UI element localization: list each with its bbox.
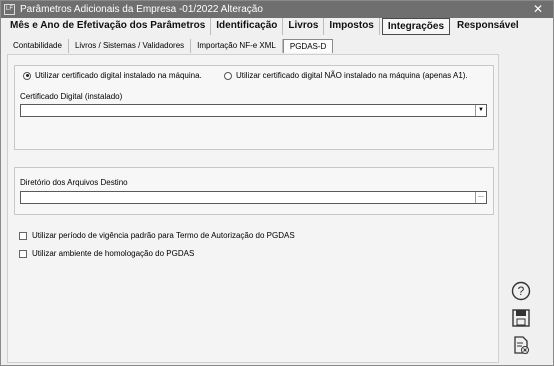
- radio-cert-installed[interactable]: Utilizar certificado digital instalado n…: [23, 71, 202, 80]
- subtab-contabilidade[interactable]: Contabilidade: [7, 39, 69, 53]
- tab-livros[interactable]: Livros: [283, 18, 325, 35]
- option-vigencia-padrao[interactable]: Utilizar período de vigência padrão para…: [19, 231, 295, 240]
- save-icon[interactable]: [510, 307, 534, 329]
- cert-label: Certificado Digital (instalado): [20, 92, 123, 101]
- close-icon[interactable]: ✕: [533, 2, 543, 16]
- tab-mes-ano[interactable]: Mês e Ano de Efetivação dos Parâmetros: [5, 18, 212, 35]
- subtab-pgdas-d[interactable]: PGDAS-D: [282, 39, 334, 53]
- option-homologacao-label: Utilizar ambiente de homologação do PGDA…: [32, 249, 195, 258]
- svg-text:?: ?: [518, 284, 525, 298]
- option-vigencia-label: Utilizar período de vigência padrão para…: [32, 231, 295, 240]
- checkbox[interactable]: [19, 249, 27, 258]
- window-title: Parâmetros Adicionais da Empresa -01/202…: [20, 4, 263, 15]
- tab-content-panel: Utilizar certificado digital instalado n…: [7, 54, 499, 363]
- subtab-livros-sistemas[interactable]: Livros / Sistemas / Validadores: [69, 39, 192, 53]
- dialog-window: LF Parâmetros Adicionais da Empresa -01/…: [0, 0, 554, 366]
- radio-cert-not-installed-label: Utilizar certificado digital NÃO instala…: [236, 71, 468, 80]
- app-icon: LF: [4, 4, 15, 15]
- certificate-group: Utilizar certificado digital instalado n…: [14, 65, 494, 150]
- main-tab-bar: Mês e Ano de Efetivação dos Parâmetros I…: [5, 18, 524, 36]
- tab-identificacao[interactable]: Identificação: [211, 18, 284, 35]
- radio-button[interactable]: [23, 71, 31, 80]
- directory-label: Diretório dos Arquivos Destino: [20, 178, 128, 187]
- subtab-importacao-nfe[interactable]: Importação NF-e XML: [191, 39, 283, 53]
- radio-button[interactable]: [224, 71, 232, 80]
- radio-cert-installed-label: Utilizar certificado digital instalado n…: [35, 71, 202, 80]
- title-bar: LF Parâmetros Adicionais da Empresa -01/…: [1, 1, 553, 18]
- tab-impostos[interactable]: Impostos: [324, 18, 380, 35]
- option-homologacao[interactable]: Utilizar ambiente de homologação do PGDA…: [19, 249, 194, 258]
- cert-dropdown[interactable]: ▼: [20, 104, 487, 117]
- chevron-down-icon[interactable]: ▼: [475, 105, 486, 116]
- browse-button[interactable]: ...: [475, 192, 486, 203]
- sub-tab-bar: Contabilidade Livros / Sistemas / Valida…: [7, 39, 334, 54]
- tab-responsavel[interactable]: Responsável: [452, 18, 524, 35]
- tab-integracoes[interactable]: Integrações: [381, 18, 451, 35]
- checkbox[interactable]: [19, 231, 27, 240]
- radio-cert-not-installed[interactable]: Utilizar certificado digital NÃO instala…: [224, 71, 468, 80]
- exit-document-icon[interactable]: [510, 334, 534, 356]
- help-icon[interactable]: ?: [510, 280, 534, 302]
- directory-group: Diretório dos Arquivos Destino ...: [14, 167, 494, 215]
- directory-input[interactable]: ...: [20, 191, 487, 204]
